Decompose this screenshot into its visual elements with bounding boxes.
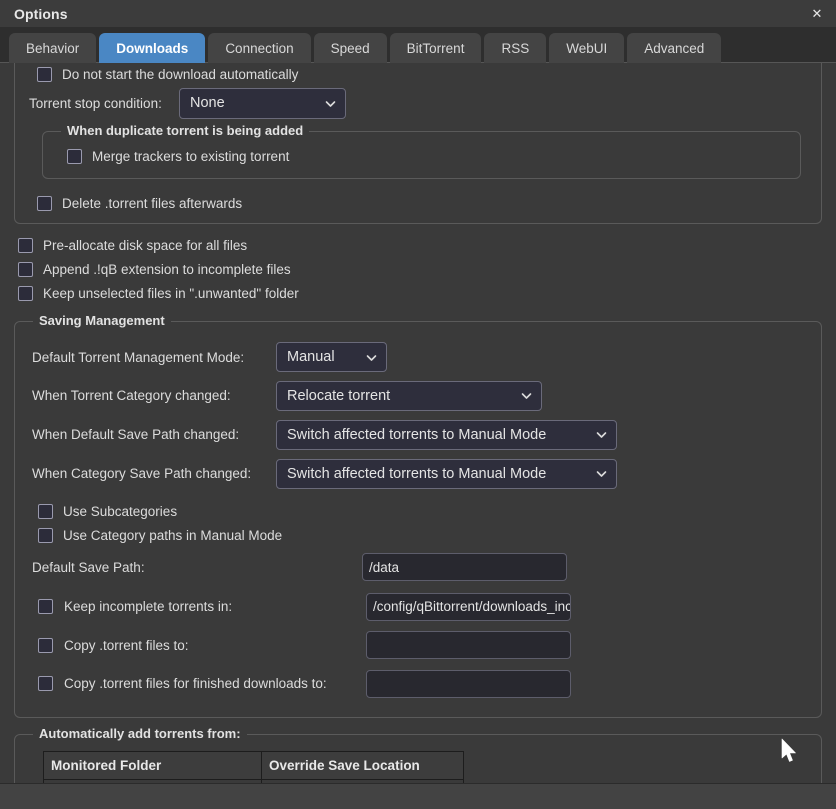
table-header-row: Monitored Folder Override Save Location: [43, 751, 464, 780]
use-category-paths-row[interactable]: Use Category paths in Manual Mode: [38, 523, 811, 547]
preallocate-disk-space-label: Pre-allocate disk space for all files: [43, 237, 248, 253]
chevron-down-icon: [520, 389, 533, 402]
use-subcategories-label: Use Subcategories: [63, 503, 178, 519]
disk-options-list: Pre-allocate disk space for all files Ap…: [18, 233, 822, 305]
category-changed-value: Relocate torrent: [287, 387, 391, 404]
saving-management-group: Saving Management Default Torrent Manage…: [14, 313, 822, 718]
category-save-path-changed-label: When Category Save Path changed:: [32, 466, 252, 481]
tab-strip: Behavior Downloads Connection Speed BitTorre…: [0, 27, 836, 63]
tab-webui[interactable]: WebUI: [549, 33, 625, 63]
tab-bittorrent[interactable]: BitTorrent: [389, 33, 482, 63]
chevron-down-icon: [595, 467, 608, 480]
window-titlebar: Options ✕: [0, 0, 836, 27]
torrent-stop-condition-select[interactable]: None: [179, 87, 346, 119]
tmm-value: Manual: [287, 349, 335, 365]
keep-incomplete-label: Keep incomplete torrents in:: [64, 599, 233, 614]
copy-finished-downloads-to-row: Copy .torrent files for finished downloa…: [38, 664, 811, 703]
copy-torrent-files-to-input[interactable]: [366, 631, 571, 659]
dialog-bottom-bar: [0, 783, 836, 809]
use-category-paths-label: Use Category paths in Manual Mode: [63, 527, 283, 543]
preallocate-disk-space-checkbox[interactable]: [18, 237, 33, 253]
copy-finished-downloads-to-checkbox[interactable]: [38, 676, 53, 691]
chevron-down-icon: [365, 351, 378, 364]
downloads-pane: Do not start the download automatically …: [0, 63, 836, 783]
close-icon[interactable]: ✕: [804, 2, 830, 25]
copy-finished-downloads-to-label: Copy .torrent files for finished downloa…: [64, 676, 327, 691]
tab-rss[interactable]: RSS: [484, 33, 547, 63]
tab-downloads[interactable]: Downloads: [99, 33, 206, 63]
torrent-stop-condition-value: None: [190, 95, 225, 111]
tmm-row: Default Torrent Management Mode: Manual: [32, 338, 811, 376]
merge-trackers-label: Merge trackers to existing torrent: [92, 148, 290, 164]
copy-torrent-files-to-row: Copy .torrent files to:: [38, 626, 811, 664]
tmm-select[interactable]: Manual: [276, 342, 387, 372]
merge-trackers-row[interactable]: Merge trackers to existing torrent: [67, 144, 790, 168]
default-save-path-changed-row: When Default Save Path changed: Switch a…: [32, 415, 811, 454]
keep-incomplete-checkbox[interactable]: [38, 599, 53, 614]
do-not-start-download-checkbox[interactable]: [37, 66, 52, 82]
preallocate-disk-space-row[interactable]: Pre-allocate disk space for all files: [18, 233, 822, 257]
tab-connection[interactable]: Connection: [208, 33, 311, 63]
when-adding-torrent-group: Do not start the download automatically …: [14, 63, 822, 224]
default-save-path-label: Default Save Path:: [32, 559, 145, 575]
category-changed-row: When Torrent Category changed: Relocate …: [32, 376, 811, 415]
window-title: Options: [14, 5, 68, 22]
tab-behavior[interactable]: Behavior: [9, 33, 97, 63]
append-extension-checkbox[interactable]: [18, 261, 33, 277]
keep-incomplete-row: Keep incomplete torrents in: /config/qBi…: [38, 587, 811, 626]
append-extension-label: Append .!qB extension to incomplete file…: [43, 261, 291, 277]
torrent-stop-condition-label: Torrent stop condition:: [29, 95, 162, 111]
default-save-path-changed-value: Switch affected torrents to Manual Mode: [287, 426, 547, 443]
tmm-label: Default Torrent Management Mode:: [32, 349, 245, 365]
category-changed-select[interactable]: Relocate torrent: [276, 380, 542, 411]
append-extension-row[interactable]: Append .!qB extension to incomplete file…: [18, 257, 822, 281]
torrent-stop-condition-row: Torrent stop condition: None: [29, 85, 811, 121]
default-save-path-input[interactable]: /data: [362, 553, 567, 581]
default-save-path-changed-select[interactable]: Switch affected torrents to Manual Mode: [276, 419, 617, 450]
delete-torrent-files-checkbox[interactable]: [37, 195, 52, 211]
auto-add-torrents-legend: Automatically add torrents from:: [33, 726, 247, 741]
duplicate-torrent-group-legend: When duplicate torrent is being added: [61, 123, 310, 138]
copy-torrent-files-to-checkbox[interactable]: [38, 637, 53, 653]
category-save-path-changed-select[interactable]: Switch affected torrents to Manual Mode: [276, 458, 617, 489]
keep-incomplete-input[interactable]: /config/qBittorrent/downloads_incomplete: [366, 592, 571, 621]
keep-unselected-files-label: Keep unselected files in ".unwanted" fol…: [43, 285, 299, 301]
column-monitored-folder[interactable]: Monitored Folder: [43, 751, 262, 780]
options-scroll-area[interactable]: Do not start the download automatically …: [0, 63, 836, 783]
tab-advanced[interactable]: Advanced: [627, 33, 722, 63]
saving-management-legend: Saving Management: [33, 313, 171, 328]
auto-add-torrents-group: Automatically add torrents from: Monitor…: [14, 726, 822, 783]
keep-unselected-files-checkbox[interactable]: [18, 285, 33, 301]
category-save-path-changed-row: When Category Save Path changed: Switch …: [32, 454, 811, 493]
delete-torrent-files-label: Delete .torrent files afterwards: [62, 195, 243, 211]
category-changed-label: When Torrent Category changed:: [32, 388, 231, 403]
do-not-start-download-label: Do not start the download automatically: [62, 66, 299, 82]
duplicate-torrent-group: When duplicate torrent is being added Me…: [42, 123, 801, 179]
use-subcategories-checkbox[interactable]: [38, 503, 53, 519]
copy-torrent-files-to-label: Copy .torrent files to:: [64, 637, 189, 653]
chevron-down-icon: [595, 428, 608, 441]
default-save-path-changed-label: When Default Save Path changed:: [32, 427, 240, 442]
monitored-folders-table[interactable]: Monitored Folder Override Save Location: [43, 751, 464, 783]
delete-torrent-files-row[interactable]: Delete .torrent files afterwards: [37, 191, 811, 215]
column-override-save-location[interactable]: Override Save Location: [261, 751, 464, 780]
category-save-path-changed-value: Switch affected torrents to Manual Mode: [287, 465, 547, 482]
tab-speed[interactable]: Speed: [313, 33, 387, 63]
keep-unselected-files-row[interactable]: Keep unselected files in ".unwanted" fol…: [18, 281, 822, 305]
default-save-path-row: Default Save Path: /data: [32, 547, 811, 587]
use-category-paths-checkbox[interactable]: [38, 527, 53, 543]
merge-trackers-checkbox[interactable]: [67, 148, 82, 164]
do-not-start-download-row[interactable]: Do not start the download automatically: [37, 63, 811, 85]
copy-finished-downloads-to-input[interactable]: [366, 669, 571, 698]
use-subcategories-row[interactable]: Use Subcategories: [38, 499, 811, 523]
chevron-down-icon: [324, 97, 337, 110]
